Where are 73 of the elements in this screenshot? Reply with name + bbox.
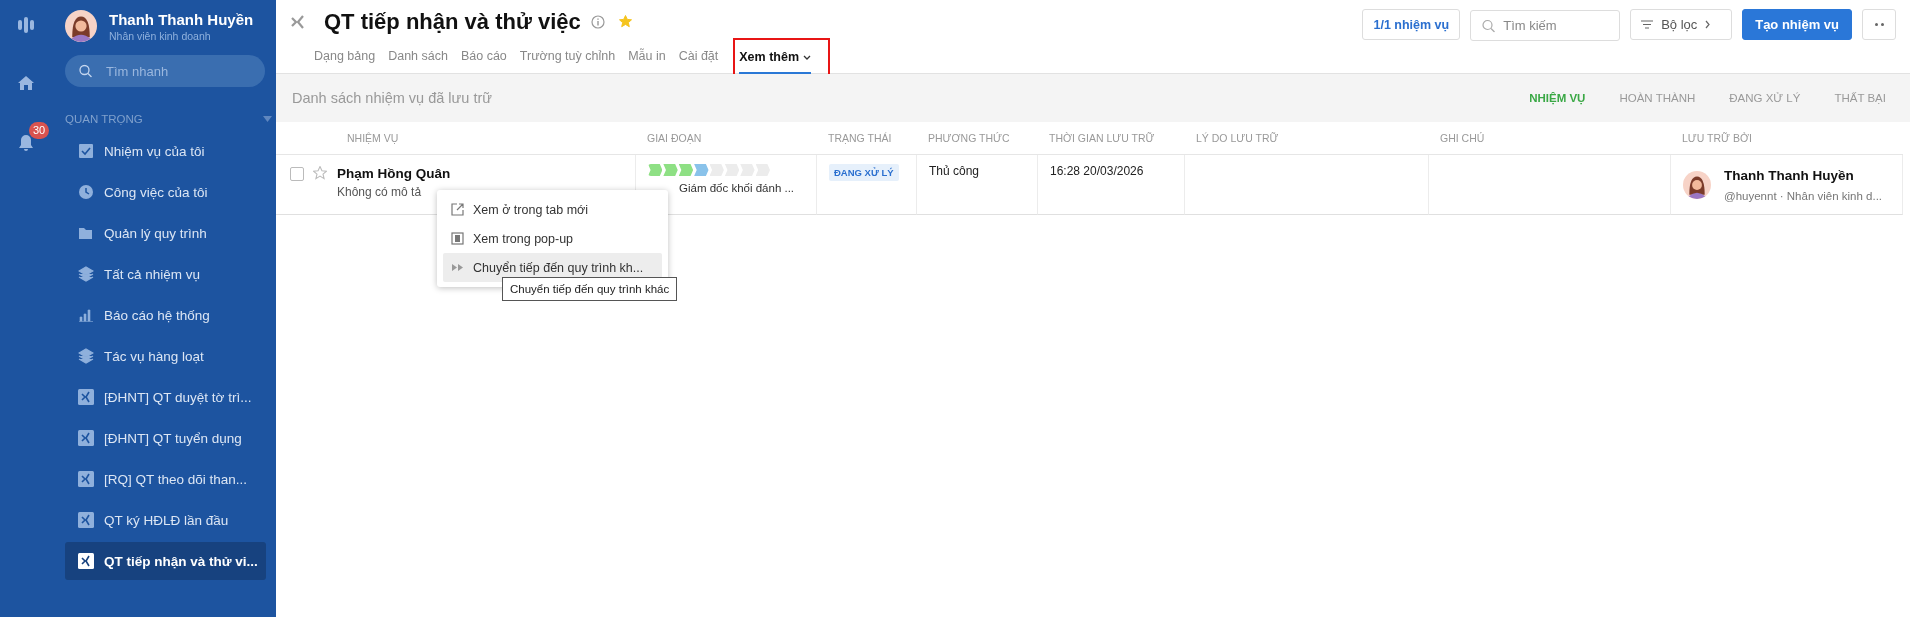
method-text: Thủ công bbox=[929, 164, 981, 178]
sidebar-item[interactable]: QT tiếp nhận và thử vi... bbox=[65, 542, 266, 580]
status-badge: ĐANG XỬ LÝ bbox=[829, 164, 899, 181]
chevron-down-icon bbox=[803, 54, 811, 60]
menu-item[interactable]: Xem trong pop-up bbox=[443, 224, 662, 253]
sidebar-item[interactable]: Tác vụ hàng loạt bbox=[65, 337, 266, 375]
tooltip: Chuyển tiếp đến quy trình khác bbox=[502, 277, 678, 301]
task-description: Không có mô tả bbox=[337, 185, 423, 199]
sidebar-item[interactable]: [ĐHNT] QT duyệt tờ trì... bbox=[65, 378, 266, 416]
view-tab[interactable]: Cài đặt bbox=[678, 41, 719, 73]
layers-icon bbox=[78, 348, 94, 364]
page-title: QT tiếp nhận và thử việc bbox=[324, 8, 581, 35]
search-field[interactable]: Tìm kiếm bbox=[1470, 10, 1621, 41]
view-tab[interactable]: Danh sách bbox=[388, 41, 448, 73]
search-icon bbox=[1482, 19, 1496, 32]
column-header: LƯU TRỮ BỞI bbox=[1670, 122, 1903, 155]
sidebar-item[interactable]: Báo cáo hệ thống bbox=[65, 296, 266, 334]
info-icon[interactable] bbox=[590, 14, 605, 29]
sidebar-item[interactable]: Tất cả nhiệm vụ bbox=[65, 255, 266, 293]
sidebar-item[interactable]: [RQ] QT theo dõi than... bbox=[65, 460, 266, 498]
create-task-button[interactable]: Tạo nhiệm vụ bbox=[1742, 9, 1852, 40]
checkbox-icon bbox=[78, 143, 94, 159]
menu-item[interactable]: Xem ở trong tab mới bbox=[443, 195, 662, 224]
user-role: Nhân viên kinh doanh bbox=[109, 29, 212, 42]
search-icon bbox=[79, 64, 92, 78]
external-link-icon bbox=[451, 203, 464, 216]
column-header: GHI CHÚ bbox=[1428, 122, 1670, 155]
archiver-name: Thanh Thanh Huyền bbox=[1724, 167, 1855, 183]
archived-time: 16:28 20/03/2026 bbox=[1050, 164, 1145, 178]
user-name: Thanh Thanh Huyền bbox=[109, 10, 254, 28]
bell-icon[interactable] bbox=[18, 134, 34, 152]
home-icon[interactable] bbox=[17, 75, 35, 91]
task-name[interactable]: Phạm Hồng Quân bbox=[337, 166, 451, 181]
chevron-right-icon bbox=[1705, 20, 1711, 29]
task-count-button[interactable]: 1/1 nhiệm vụ bbox=[1362, 9, 1461, 40]
sidebar-item[interactable]: Quản lý quy trình bbox=[65, 214, 266, 252]
star-icon[interactable] bbox=[618, 15, 632, 29]
window-icon bbox=[451, 232, 464, 245]
section-title: QUAN TRỌNG bbox=[65, 113, 143, 125]
column-header: NHIỆM VỤ bbox=[276, 122, 635, 155]
filter-icon bbox=[1641, 20, 1654, 29]
more-icon bbox=[1874, 23, 1884, 26]
view-tab[interactable]: Báo cáo bbox=[460, 41, 507, 73]
logo-icon bbox=[17, 16, 35, 34]
clock-icon bbox=[78, 184, 94, 200]
column-header: PHƯƠNG THỨC bbox=[916, 122, 1037, 155]
column-header: GIAI ĐOẠN bbox=[635, 122, 816, 155]
fast-forward-icon bbox=[451, 261, 464, 274]
folder-icon bbox=[78, 225, 94, 241]
bar-chart-icon bbox=[78, 307, 94, 323]
row-checkbox[interactable] bbox=[290, 167, 304, 181]
view-tab[interactable]: Mẫu in bbox=[628, 41, 666, 73]
sidebar-item[interactable]: Công việc của tôi bbox=[65, 173, 266, 211]
quick-search-field[interactable]: Tìm nhanh bbox=[65, 55, 265, 87]
user-avatar bbox=[1683, 170, 1711, 199]
more-button[interactable] bbox=[1862, 9, 1896, 40]
notification-badge: 30 bbox=[29, 122, 50, 139]
column-header: TRẠNG THÁI bbox=[816, 122, 916, 155]
caret-icon[interactable] bbox=[263, 116, 272, 122]
column-header: LÝ DO LƯU TRỮ bbox=[1184, 122, 1428, 155]
sidebar-item[interactable]: Nhiệm vụ của tôi bbox=[65, 132, 266, 170]
stage-label: Giám đốc khối đánh ... bbox=[678, 182, 796, 194]
layers-icon bbox=[78, 266, 94, 282]
list-title: Danh sách nhiệm vụ đã lưu trữ bbox=[292, 90, 492, 106]
column-header: THỜI GIAN LƯU TRỮ bbox=[1037, 122, 1184, 155]
filter-button[interactable]: Bộ lọc bbox=[1630, 9, 1733, 40]
star-icon[interactable] bbox=[313, 166, 327, 180]
view-tab[interactable]: Trường tuỳ chỉnh bbox=[519, 41, 616, 73]
sidebar-item[interactable]: [ĐHNT] QT tuyển dụng bbox=[65, 419, 266, 457]
user-avatar bbox=[65, 10, 97, 42]
view-tab[interactable]: Dạng bảng bbox=[314, 41, 376, 73]
archiver-detail: @huyennt · Nhân viên kinh d... bbox=[1724, 189, 1883, 202]
sidebar-item[interactable]: QT ký HĐLĐ lần đầu bbox=[65, 501, 266, 539]
